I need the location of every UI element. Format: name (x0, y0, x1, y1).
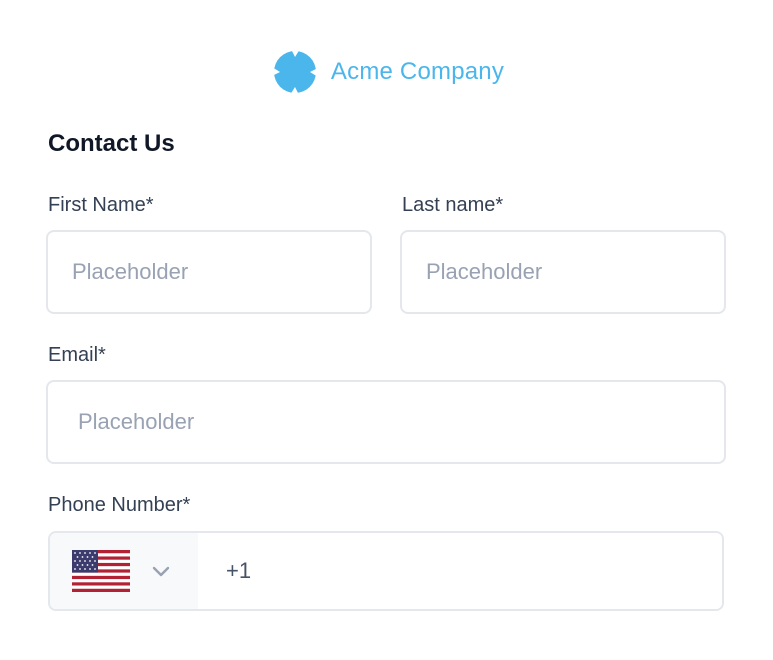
brand-name: Acme Company (330, 58, 505, 85)
email-label: Email* (48, 344, 106, 366)
first-name-input[interactable] (46, 230, 372, 314)
email-input[interactable] (46, 380, 726, 464)
last-name-label: Last name* (402, 194, 504, 216)
phone-field-group (48, 531, 724, 611)
contact-form-page: Acme Company Contact Us First Name* Last… (0, 0, 773, 660)
last-name-input[interactable] (400, 230, 726, 314)
brand-header: Acme Company (0, 44, 773, 100)
acme-logo-icon (271, 49, 318, 95)
country-code-select[interactable] (50, 533, 198, 609)
chevron-down-icon (152, 566, 170, 577)
phone-number-input[interactable] (198, 533, 722, 609)
phone-label: Phone Number* (48, 494, 191, 516)
first-name-label: First Name* (48, 194, 154, 216)
us-flag-icon (72, 550, 130, 592)
form-title: Contact Us (48, 130, 175, 157)
